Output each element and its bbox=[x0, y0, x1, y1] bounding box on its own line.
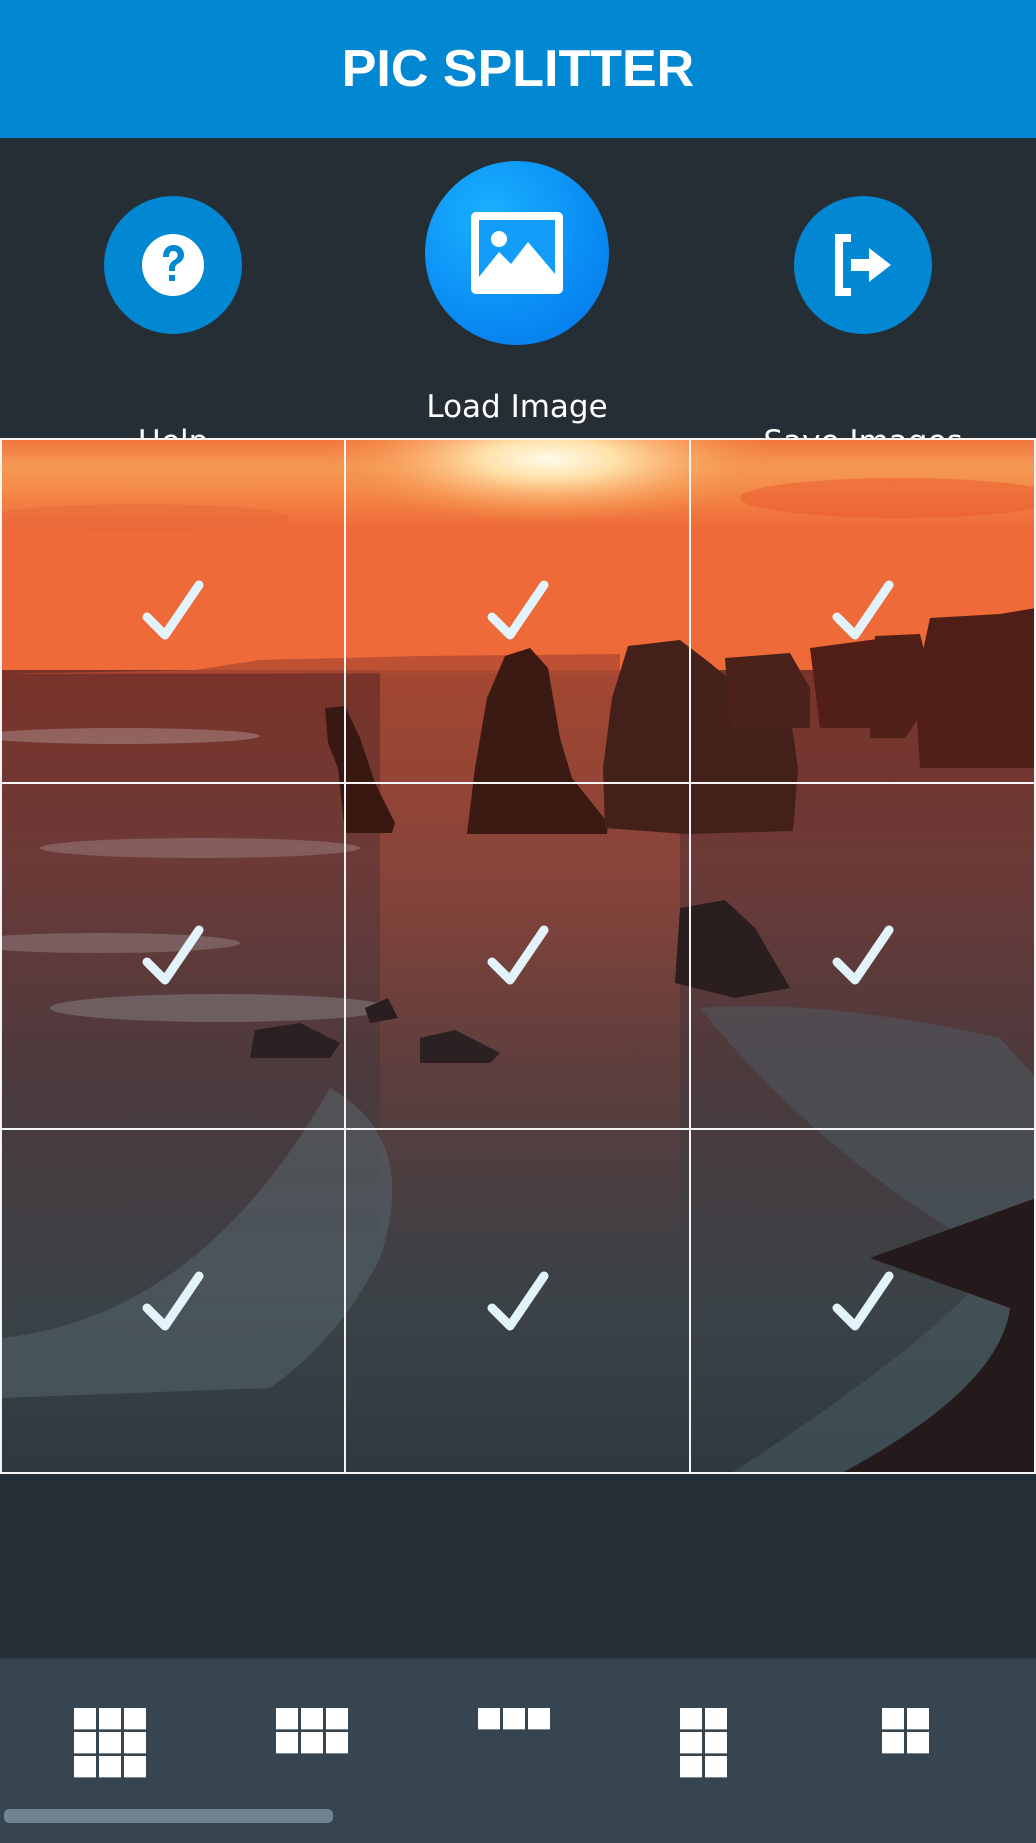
layout-cell-icon bbox=[276, 1732, 298, 1753]
layout-cell-icon bbox=[99, 1708, 121, 1729]
checkmark-icon bbox=[832, 1271, 894, 1330]
checkmark-icon bbox=[832, 925, 894, 985]
layout-cell-icon bbox=[326, 1708, 348, 1729]
layout-cell-icon bbox=[907, 1732, 929, 1753]
layout-cell-icon bbox=[680, 1708, 702, 1729]
layout-cell-icon bbox=[882, 1708, 904, 1729]
checkmark-icon bbox=[487, 925, 548, 985]
checkmark-icon bbox=[832, 580, 894, 639]
layout-cell-icon bbox=[907, 1708, 929, 1729]
load-image-button[interactable]: Load Image bbox=[425, 161, 609, 425]
load-image-button-circle[interactable] bbox=[425, 161, 609, 345]
layout-2x2-button[interactable] bbox=[882, 1708, 929, 1753]
checkmark-icon bbox=[487, 1271, 548, 1330]
layout-cell-icon bbox=[301, 1732, 323, 1753]
layout-3x2-button[interactable] bbox=[276, 1708, 348, 1753]
grid-cell[interactable] bbox=[0, 1129, 345, 1474]
layout-cell-icon bbox=[124, 1756, 146, 1777]
layout-cell-icon bbox=[503, 1708, 525, 1729]
layout-cell-icon bbox=[478, 1708, 500, 1729]
layout-cell-icon bbox=[99, 1756, 121, 1777]
image-icon bbox=[471, 212, 563, 294]
layout-cell-icon bbox=[276, 1708, 298, 1729]
layout-cell-icon bbox=[124, 1708, 146, 1729]
app-header: PIC SPLITTER bbox=[0, 0, 1036, 138]
layout-cell-icon bbox=[326, 1732, 348, 1753]
grid-cell[interactable] bbox=[0, 438, 345, 783]
grid-cell[interactable] bbox=[690, 783, 1036, 1129]
layout-cell-icon bbox=[680, 1756, 702, 1777]
layout-cell-icon bbox=[124, 1732, 146, 1753]
checkmark-icon bbox=[142, 1271, 203, 1330]
grid-divider-horizontal bbox=[0, 782, 1036, 784]
help-button-circle[interactable] bbox=[104, 196, 242, 334]
checkmark-icon bbox=[487, 580, 548, 639]
layout-cell-icon bbox=[99, 1732, 121, 1753]
layout-cell-icon bbox=[74, 1732, 96, 1753]
grid-divider-vertical bbox=[344, 438, 346, 1474]
layout-3x1-button[interactable] bbox=[478, 1708, 550, 1729]
grid-border-top bbox=[0, 438, 1036, 440]
checkmark-icon bbox=[142, 580, 203, 639]
layout-cell-icon bbox=[74, 1708, 96, 1729]
layout-cell-icon bbox=[680, 1732, 702, 1753]
export-icon bbox=[835, 234, 891, 296]
layout-cell-icon bbox=[705, 1708, 727, 1729]
help-button[interactable]: Help bbox=[104, 196, 242, 460]
layout-cell-icon bbox=[528, 1708, 550, 1729]
grid-divider-horizontal bbox=[0, 1128, 1036, 1130]
grid-cell[interactable] bbox=[690, 1129, 1036, 1474]
layout-cell-icon bbox=[301, 1708, 323, 1729]
save-images-button[interactable]: Save Images bbox=[763, 196, 963, 460]
layout-3x3-button[interactable] bbox=[74, 1708, 146, 1777]
layout-cell-icon bbox=[74, 1756, 96, 1777]
layout-cell-icon bbox=[705, 1732, 727, 1753]
checkmark-icon bbox=[142, 925, 203, 985]
image-split-grid bbox=[0, 438, 1036, 1474]
action-toolbar: Help Load Image Save Images bbox=[0, 138, 1036, 460]
help-circle-icon bbox=[142, 234, 204, 296]
layout-2x3-button[interactable] bbox=[680, 1708, 727, 1777]
grid-cell[interactable] bbox=[690, 438, 1036, 783]
layout-cell-icon bbox=[705, 1756, 727, 1777]
grid-cell[interactable] bbox=[0, 783, 345, 1129]
empty-area bbox=[0, 1474, 1036, 1657]
grid-cell[interactable] bbox=[345, 783, 690, 1129]
grid-border-left bbox=[0, 438, 2, 1474]
layout-scrollbar-thumb[interactable] bbox=[4, 1809, 333, 1823]
layout-cell-icon bbox=[882, 1732, 904, 1753]
app-title: PIC SPLITTER bbox=[341, 40, 695, 98]
load-image-label: Load Image bbox=[426, 389, 608, 425]
grid-cell[interactable] bbox=[345, 1129, 690, 1474]
layout-scrollbar-track[interactable] bbox=[0, 1809, 1036, 1829]
grid-cell[interactable] bbox=[345, 438, 690, 783]
save-images-button-circle[interactable] bbox=[794, 196, 932, 334]
grid-divider-vertical bbox=[689, 438, 691, 1474]
